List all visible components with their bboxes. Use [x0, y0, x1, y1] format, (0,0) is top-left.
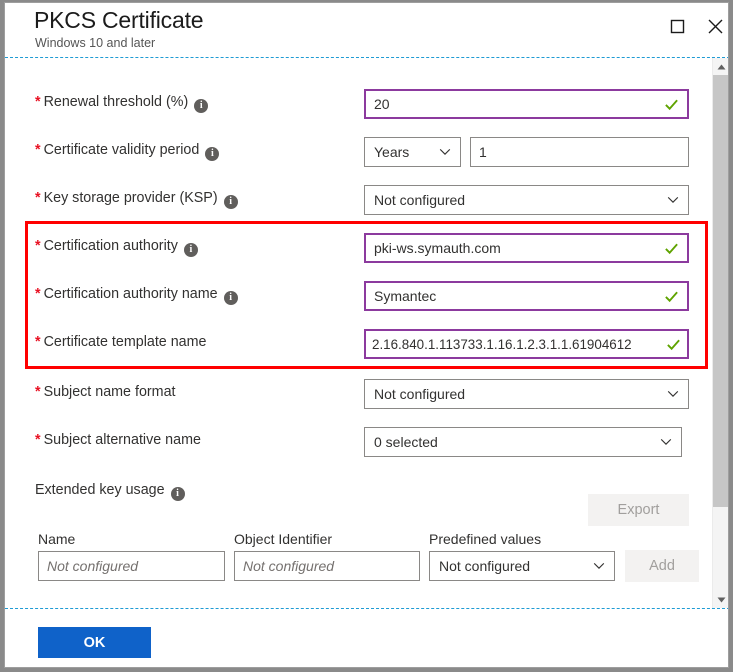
validity-period-unit-select[interactable]: Years — [364, 137, 461, 167]
label-renewal-threshold: * Renewal threshold (%) i — [35, 94, 209, 113]
label-text: Certificate template name — [43, 334, 207, 350]
triangle-down-icon — [717, 597, 725, 602]
eku-name-placeholder: Not configured — [47, 558, 139, 574]
column-header-name: Name — [38, 531, 76, 547]
triangle-up-icon — [717, 64, 725, 69]
label-text: Extended key usage — [35, 482, 165, 498]
ok-button[interactable]: OK — [38, 627, 151, 658]
x-icon — [708, 19, 722, 33]
chevron-down-icon — [667, 196, 679, 203]
label-text: Certification authority — [43, 238, 178, 254]
certificate-template-name-input[interactable]: 2.16.840.1.113733.1.16.1.2.3.1.1.6190461… — [364, 329, 689, 359]
valid-check-icon — [665, 291, 678, 302]
form-content: * Renewal threshold (%) i 20 * Certificate … — [5, 58, 728, 608]
eku-predefined-values-value: Not configured — [439, 558, 531, 574]
chevron-down-icon — [660, 438, 672, 445]
subject-name-format-select[interactable]: Not configured — [364, 379, 689, 409]
vertical-scrollbar[interactable] — [712, 58, 728, 608]
subject-alternative-name-value: 0 selected — [374, 434, 438, 450]
valid-check-icon — [665, 243, 678, 254]
valid-check-icon — [667, 339, 680, 350]
page-title: PKCS Certificate — [34, 7, 204, 33]
title-bar: PKCS Certificate Windows 10 and later — [5, 3, 728, 57]
chevron-down-icon — [667, 390, 679, 397]
required-asterisk: * — [35, 432, 41, 448]
label-text: Subject name format — [43, 384, 176, 400]
info-icon[interactable]: i — [183, 243, 198, 257]
label-text: Certificate validity period — [43, 142, 200, 158]
required-asterisk: * — [35, 94, 41, 110]
label-text: Certification authority name — [43, 286, 218, 302]
square-icon — [670, 19, 684, 33]
export-button[interactable]: Export — [588, 494, 689, 526]
required-asterisk: * — [35, 238, 41, 254]
dialog-footer: OK — [5, 609, 728, 667]
add-button[interactable]: Add — [625, 550, 699, 582]
pkcs-certificate-dialog: PKCS Certificate Windows 10 and later * R… — [4, 2, 729, 668]
maximize-icon[interactable] — [661, 10, 693, 42]
valid-check-icon — [665, 99, 678, 110]
column-header-object-identifier: Object Identifier — [234, 531, 333, 547]
eku-predefined-values-select[interactable]: Not configured — [429, 551, 615, 581]
platform-subtitle: Windows 10 and later — [35, 36, 156, 50]
label-text: Subject alternative name — [43, 432, 201, 448]
key-storage-provider-select[interactable]: Not configured — [364, 185, 689, 215]
certification-authority-name-input[interactable]: Symantec — [364, 281, 689, 311]
required-asterisk: * — [35, 190, 41, 206]
scroll-up-icon[interactable] — [713, 58, 728, 75]
scrollbar-thumb[interactable] — [713, 75, 728, 507]
label-extended-key-usage: Extended key usage i — [35, 482, 185, 501]
subject-name-format-value: Not configured — [374, 386, 466, 402]
label-validity-period: * Certificate validity period i — [35, 142, 220, 161]
certificate-template-name-value: 2.16.840.1.113733.1.16.1.2.3.1.1.6190461… — [372, 336, 632, 352]
label-subject-alternative-name: * Subject alternative name — [35, 432, 201, 448]
validity-period-number-input[interactable]: 1 — [470, 137, 689, 167]
info-icon[interactable]: i — [194, 99, 209, 113]
required-asterisk: * — [35, 286, 41, 302]
eku-oid-placeholder: Not configured — [243, 558, 335, 574]
label-key-storage-provider: * Key storage provider (KSP) i — [35, 190, 238, 209]
info-icon[interactable]: i — [170, 487, 185, 501]
required-asterisk: * — [35, 384, 41, 400]
info-icon[interactable]: i — [223, 291, 238, 305]
scroll-down-icon[interactable] — [713, 591, 728, 608]
label-certification-authority-name: * Certification authority name i — [35, 286, 238, 305]
required-asterisk: * — [35, 142, 41, 158]
certification-authority-value: pki-ws.symauth.com — [374, 240, 501, 256]
validity-period-unit-value: Years — [374, 144, 410, 160]
eku-name-input[interactable]: Not configured — [38, 551, 225, 581]
certification-authority-input[interactable]: pki-ws.symauth.com — [364, 233, 689, 263]
label-certificate-template-name: * Certificate template name — [35, 334, 206, 350]
label-text: Renewal threshold (%) — [43, 94, 189, 110]
label-certification-authority: * Certification authority i — [35, 238, 198, 257]
info-icon[interactable]: i — [205, 147, 220, 161]
validity-period-number-value: 1 — [479, 144, 487, 160]
key-storage-provider-value: Not configured — [374, 192, 466, 208]
chevron-down-icon — [439, 148, 451, 155]
renewal-threshold-value: 20 — [374, 96, 390, 112]
eku-oid-input[interactable]: Not configured — [234, 551, 420, 581]
required-asterisk: * — [35, 334, 41, 350]
info-icon[interactable]: i — [223, 195, 238, 209]
label-subject-name-format: * Subject name format — [35, 384, 176, 400]
label-text: Key storage provider (KSP) — [43, 190, 218, 206]
chevron-down-icon — [593, 562, 605, 569]
renewal-threshold-input[interactable]: 20 — [364, 89, 689, 119]
column-header-predefined-values: Predefined values — [429, 531, 542, 547]
subject-alternative-name-select[interactable]: 0 selected — [364, 427, 682, 457]
certification-authority-name-value: Symantec — [374, 288, 437, 304]
close-icon[interactable] — [699, 10, 728, 42]
